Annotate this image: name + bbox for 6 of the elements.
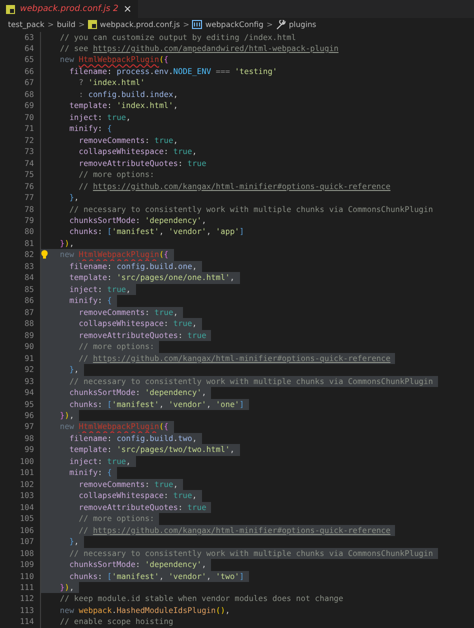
editor-tab[interactable]: webpack.prod.conf.js 2 × — [0, 0, 138, 18]
wrench-icon — [276, 20, 286, 30]
js-file-icon — [6, 4, 15, 14]
close-icon[interactable]: × — [123, 4, 132, 14]
js-file-icon — [88, 20, 97, 29]
module-icon — [192, 20, 202, 29]
